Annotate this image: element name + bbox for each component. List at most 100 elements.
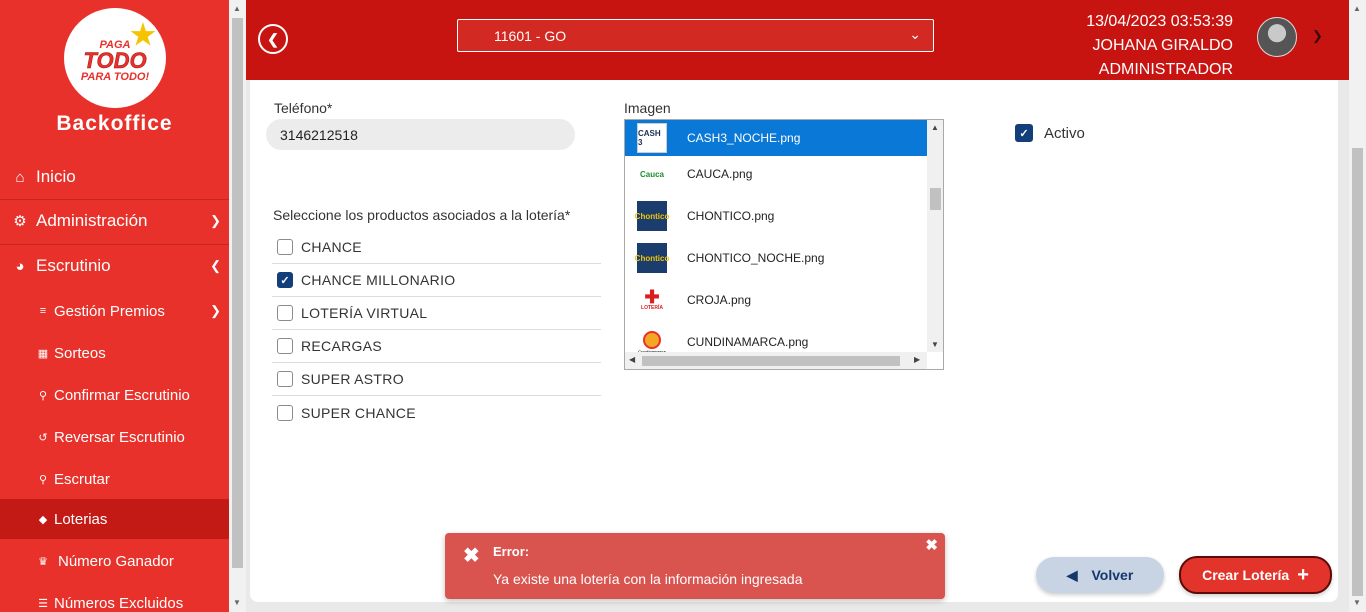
volver-button[interactable]: ◀ Volver xyxy=(1036,557,1164,593)
scroll-up-icon[interactable]: ▲ xyxy=(233,4,241,13)
sidebar-item-confirmar-escrutinio[interactable]: ⚲ Confirmar Escrutinio xyxy=(0,377,229,413)
checkbox[interactable] xyxy=(277,305,293,321)
gear-icon: ⚙ xyxy=(13,213,27,230)
error-toast: ✖ Error: Ya existe una lotería con la in… xyxy=(445,533,945,599)
calendar-icon: ▦ xyxy=(37,347,49,360)
activo-label: Activo xyxy=(1044,124,1085,142)
sidebar-item-label: Inicio xyxy=(36,167,76,186)
activo-checkbox[interactable]: ✓ xyxy=(1015,124,1033,142)
scrollbar-thumb[interactable] xyxy=(930,188,941,210)
volver-label: Volver xyxy=(1091,567,1134,583)
product-row-super-astro[interactable]: SUPER ASTRO xyxy=(272,363,601,396)
search-icon: ⚲ xyxy=(38,473,48,486)
sliders-icon: ≡ xyxy=(39,305,47,317)
checkbox-checked[interactable]: ✓ xyxy=(277,272,293,288)
cross-icon: ✚ xyxy=(644,287,660,307)
sidebar-item-numeros-excluidos[interactable]: ☰ Números Excluidos xyxy=(0,585,229,612)
search-icon: ⚲ xyxy=(38,389,48,402)
scroll-right-icon[interactable]: ▶ xyxy=(914,355,920,364)
cruz-roja-logo: ✚ LOTERÍA xyxy=(641,287,663,311)
check-icon: ✓ xyxy=(1019,127,1029,140)
scroll-down-icon[interactable]: ▼ xyxy=(931,340,939,349)
image-filename: CAUCA.png xyxy=(687,167,753,181)
back-button[interactable]: ❮ xyxy=(258,24,288,54)
chevron-up-icon: ❮ xyxy=(210,258,221,273)
top-header: ❮ 11601 - GO ⌄ 13/04/2023 03:53:39 JOHAN… xyxy=(246,0,1349,80)
phone-label: Teléfono* xyxy=(274,100,333,116)
product-label: LOTERÍA VIRTUAL xyxy=(301,305,428,321)
list-item[interactable]: Chontico CHONTICO.png xyxy=(625,198,927,234)
chevron-down-icon: ⌄ xyxy=(909,26,921,42)
sidebar-item-gestion-premios[interactable]: ≡ Gestión Premios ❯ xyxy=(0,293,229,329)
product-row-chance[interactable]: CHANCE xyxy=(272,231,601,264)
product-row-loteria-virtual[interactable]: LOTERÍA VIRTUAL xyxy=(272,297,601,330)
product-row-super-chance[interactable]: SUPER CHANCE xyxy=(272,396,601,429)
listbox-vertical-scrollbar[interactable]: ▲ ▼ xyxy=(927,120,943,352)
chevron-down-icon: ❯ xyxy=(210,213,221,228)
sidebar-scrollbar[interactable]: ▲ ▼ xyxy=(229,0,246,612)
sidebar-item-label: Escrutinio xyxy=(36,256,111,275)
checkbox[interactable] xyxy=(277,371,293,387)
sidebar-item-label: Sorteos xyxy=(54,344,106,362)
scrollbar-thumb[interactable] xyxy=(1352,148,1363,596)
star-icon xyxy=(130,22,156,46)
sidebar-item-loterias[interactable]: ◆ Loterias xyxy=(0,499,229,539)
image-filename: CHONTICO_NOCHE.png xyxy=(687,251,825,265)
list-item[interactable]: CASH 3 CASH3_NOCHE.png xyxy=(625,120,927,156)
cauca-logo: Cauca xyxy=(639,169,664,179)
list-item[interactable]: ✚ LOTERÍA CROJA.png xyxy=(625,282,927,318)
scroll-down-icon[interactable]: ▼ xyxy=(233,598,241,607)
list-item[interactable]: Cauca CAUCA.png xyxy=(625,156,927,192)
brand-title: Backoffice xyxy=(56,112,173,135)
crear-loteria-button[interactable]: Crear Lotería + xyxy=(1179,556,1332,594)
checkbox[interactable] xyxy=(277,404,293,421)
check-icon: ✓ xyxy=(280,274,290,287)
office-select[interactable]: 11601 - GO ⌄ xyxy=(457,19,934,52)
ticket-icon: ◆ xyxy=(38,513,48,526)
image-filename: CUNDINAMARCA.png xyxy=(687,335,809,349)
activo-checkbox-row[interactable]: ✓ Activo xyxy=(1015,124,1085,142)
sidebar-item-escrutinio[interactable]: ◕ Escrutinio ❮ xyxy=(0,247,229,285)
user-info: 13/04/2023 03:53:39 JOHANA GIRALDO ADMIN… xyxy=(1086,10,1233,82)
sidebar-item-administracion[interactable]: ⚙ Administración ❯ xyxy=(0,202,229,240)
toast-title: Error: xyxy=(493,544,530,559)
sidebar: PAGA TODO PARA TODO! Backoffice ⌂ Inicio… xyxy=(0,0,229,612)
close-icon[interactable]: ✖ xyxy=(925,536,938,554)
image-filename: CROJA.png xyxy=(687,293,752,307)
page-scrollbar[interactable]: ▲ ▼ xyxy=(1349,0,1366,612)
scroll-left-icon[interactable]: ◀ xyxy=(629,355,635,364)
office-select-value: 11601 - GO xyxy=(494,27,567,44)
checkbox[interactable] xyxy=(277,338,293,354)
product-row-recargas[interactable]: RECARGAS xyxy=(272,330,601,363)
divider xyxy=(0,244,229,245)
arrow-left-circle-icon: ◀ xyxy=(1066,566,1078,583)
trophy-icon: ♛ xyxy=(38,555,48,568)
image-listbox[interactable]: CASH 3 CASH3_NOCHE.png Cauca CAUCA.png C… xyxy=(624,119,944,370)
avatar[interactable] xyxy=(1257,17,1297,57)
sidebar-item-label: Administración xyxy=(36,211,148,230)
image-filename: CHONTICO.png xyxy=(687,209,775,223)
cash3-noche-logo: CASH 3 xyxy=(637,123,667,153)
scrollbar-thumb[interactable] xyxy=(642,356,900,366)
products-label: Seleccione los productos asociados a la … xyxy=(273,207,571,223)
list-icon: ☰ xyxy=(38,597,48,610)
logo-line-2: TODO xyxy=(83,48,147,73)
listbox-horizontal-scrollbar[interactable]: ◀ ▶ xyxy=(625,352,927,369)
sidebar-item-numero-ganador[interactable]: ♛ Número Ganador xyxy=(0,543,229,579)
phone-field[interactable] xyxy=(266,119,575,150)
scroll-up-icon[interactable]: ▲ xyxy=(1353,4,1361,13)
user-name: JOHANA GIRALDO xyxy=(1092,37,1233,54)
sidebar-item-escrutar[interactable]: ⚲ Escrutar xyxy=(0,461,229,497)
scroll-up-icon[interactable]: ▲ xyxy=(931,123,939,132)
sidebar-item-reversar-escrutinio[interactable]: ↺ Reversar Escrutinio xyxy=(0,419,229,455)
sidebar-item-sorteos[interactable]: ▦ Sorteos xyxy=(0,335,229,371)
sidebar-item-label: Número Ganador xyxy=(58,552,174,570)
scrollbar-thumb[interactable] xyxy=(232,18,243,568)
list-item[interactable]: Chontico CHONTICO_NOCHE.png xyxy=(625,240,927,276)
product-row-chance-millonario[interactable]: ✓ CHANCE MILLONARIO xyxy=(272,264,601,297)
chevron-down-icon[interactable]: ❯ xyxy=(1312,28,1323,44)
sidebar-item-inicio[interactable]: ⌂ Inicio xyxy=(0,159,229,195)
checkbox[interactable] xyxy=(277,239,293,255)
scroll-down-icon[interactable]: ▼ xyxy=(1353,598,1361,607)
divider xyxy=(0,199,229,200)
